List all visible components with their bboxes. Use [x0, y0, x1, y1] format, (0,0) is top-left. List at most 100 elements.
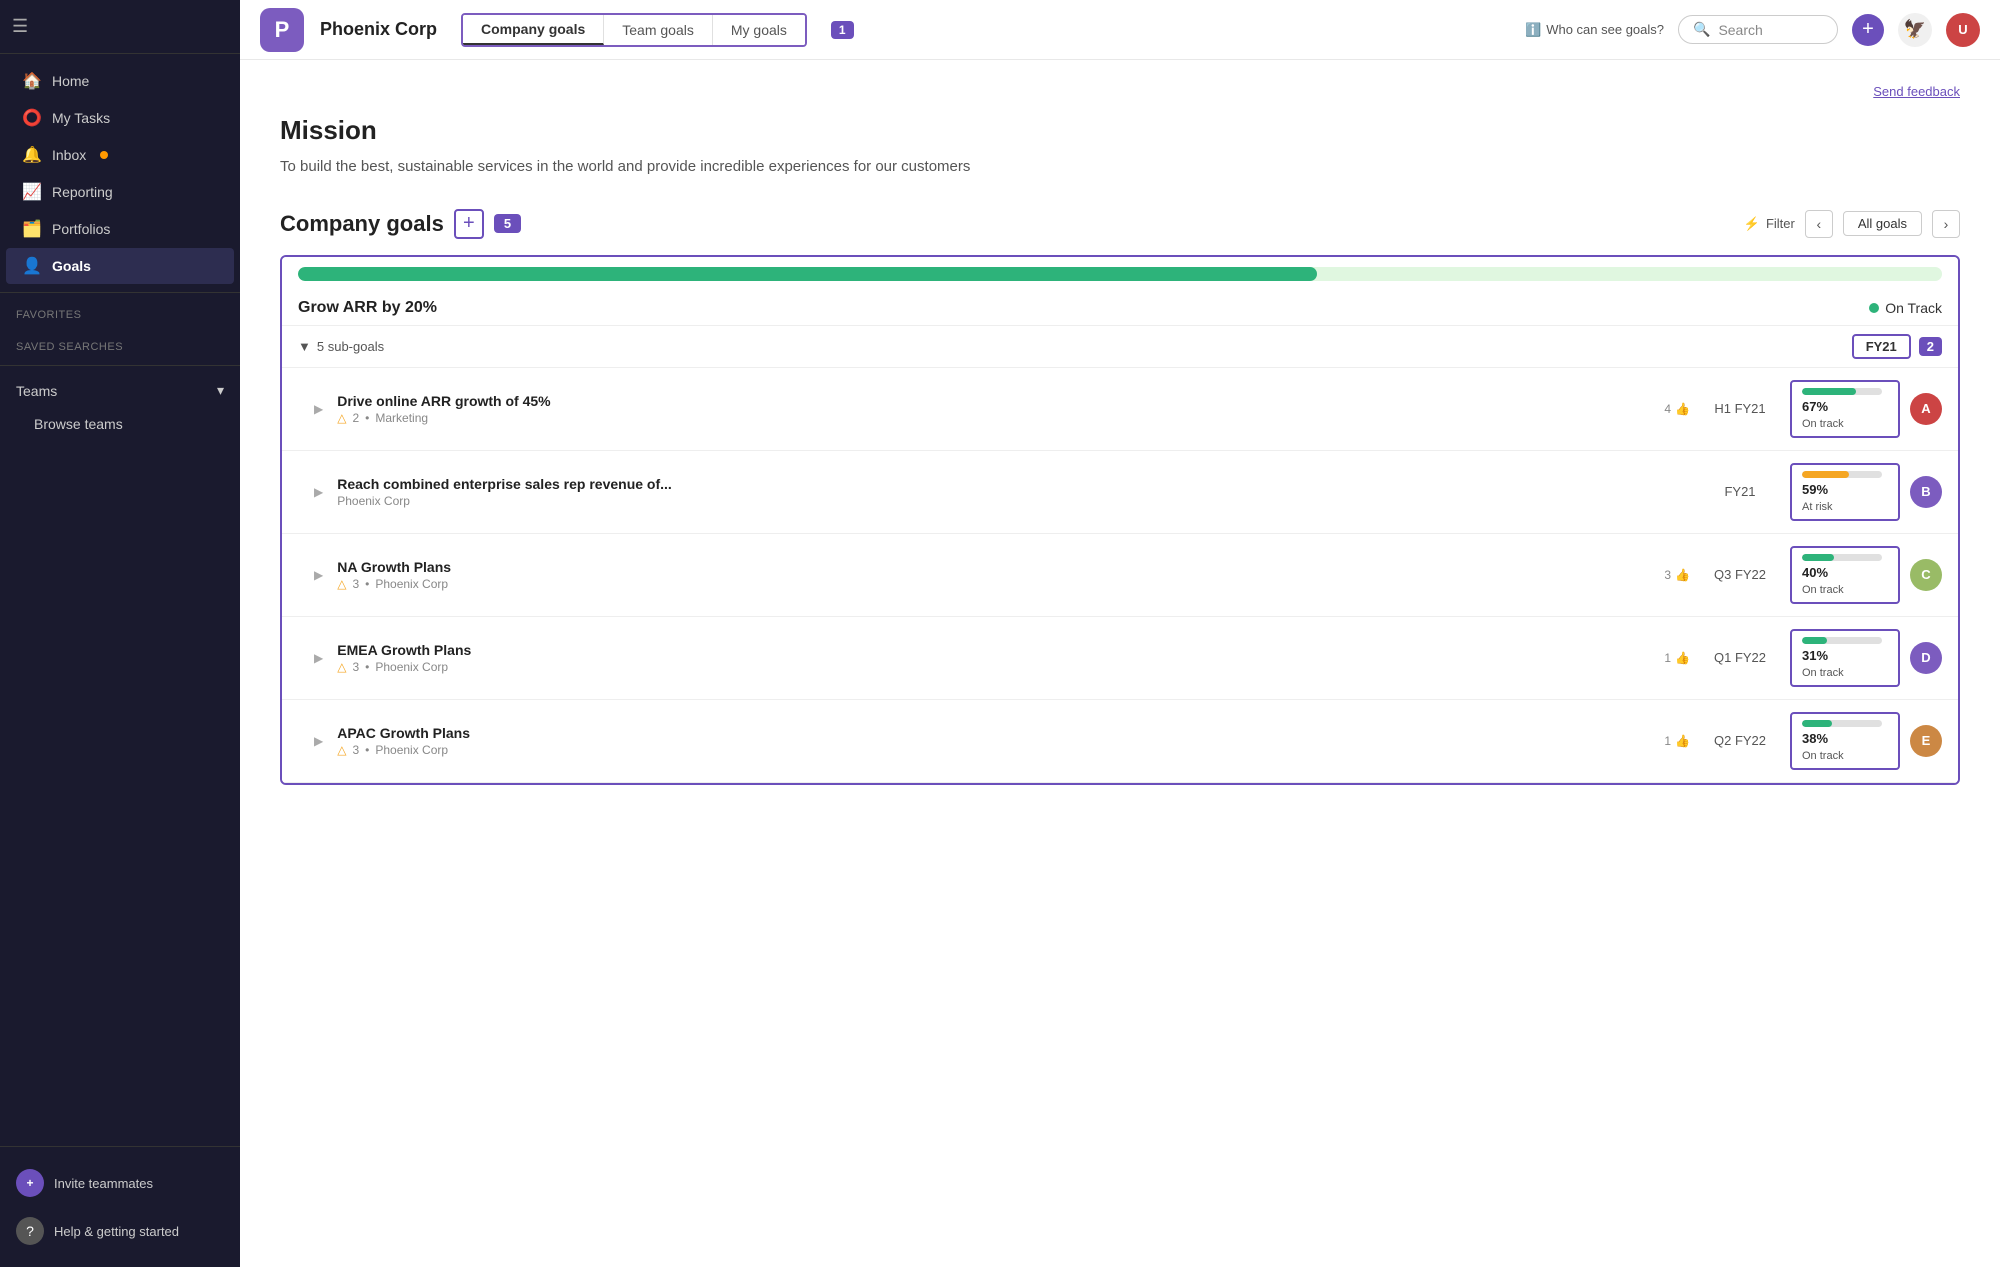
- who-can-see-label: Who can see goals?: [1546, 22, 1664, 37]
- mini-bar-fill: [1802, 554, 1834, 561]
- subgoal-name: Reach combined enterprise sales rep reve…: [337, 476, 1680, 492]
- subgoal-name: APAC Growth Plans: [337, 725, 1654, 741]
- mini-status: On track: [1802, 750, 1844, 762]
- subgoal-tag: Marketing: [375, 411, 428, 425]
- sidebar-item-goals[interactable]: 👤 Goals: [6, 248, 234, 284]
- tab-team-goals[interactable]: Team goals: [604, 15, 713, 45]
- goals-section-header: Company goals + 5 ⚡ Filter ‹ All goals ›: [280, 209, 1960, 239]
- likes-count: 1: [1664, 651, 1671, 665]
- add-goal-button[interactable]: +: [454, 209, 484, 239]
- sidebar-top: ☰: [0, 0, 240, 54]
- teams-label: Teams: [16, 383, 57, 399]
- logo-letter: P: [275, 17, 290, 43]
- sidebar-nav: 🏠 Home ⭕ My Tasks 🔔 Inbox 📈 Reporting 🗂️…: [0, 54, 240, 1146]
- tab-my-goals[interactable]: My goals: [713, 15, 805, 45]
- sidebar-item-my-tasks[interactable]: ⭕ My Tasks: [6, 100, 234, 136]
- teams-header[interactable]: Teams ▾: [0, 374, 240, 407]
- company-logo: P: [260, 8, 304, 52]
- sidebar-item-reporting[interactable]: 📈 Reporting: [6, 174, 234, 210]
- user-avatar[interactable]: U: [1946, 13, 1980, 47]
- expand-icon[interactable]: ▶: [314, 568, 323, 582]
- sidebar-item-label: Inbox: [52, 147, 86, 163]
- sidebar-item-browse-teams[interactable]: Browse teams: [6, 408, 234, 440]
- sidebar-item-home[interactable]: 🏠 Home: [6, 63, 234, 99]
- expand-icon[interactable]: ▶: [314, 651, 323, 665]
- goal-progress-row: [282, 257, 1958, 291]
- goal-period: H1 FY21: [1700, 401, 1780, 416]
- goal-likes: 4 👍: [1664, 402, 1690, 416]
- notification-icon[interactable]: 🦅: [1898, 13, 1932, 47]
- who-can-see-button[interactable]: ℹ️ Who can see goals?: [1525, 22, 1664, 38]
- subgoal-info: NA Growth Plans △ 3 • Phoenix Corp: [337, 559, 1654, 591]
- status-dot-green: [1869, 303, 1879, 313]
- invite-teammates-item[interactable]: + Invite teammates: [0, 1159, 240, 1207]
- add-button[interactable]: +: [1852, 14, 1884, 46]
- goal-likes: 1 👍: [1664, 734, 1690, 748]
- goal-period: Q1 FY22: [1700, 650, 1780, 665]
- sidebar-item-label: My Tasks: [52, 110, 110, 126]
- inbox-icon: 🔔: [22, 145, 42, 165]
- hamburger-icon[interactable]: ☰: [12, 16, 28, 37]
- goal-period: Q3 FY22: [1700, 567, 1780, 582]
- mini-pct: 38%: [1802, 731, 1828, 746]
- company-goals-title: Company goals: [280, 211, 444, 237]
- filter-label: Filter: [1766, 216, 1795, 231]
- warn-count: 3: [352, 743, 359, 757]
- chevron-down-icon: ▼: [298, 339, 311, 354]
- sidebar-item-inbox[interactable]: 🔔 Inbox: [6, 137, 234, 173]
- main-content: Send feedback Mission To build the best,…: [240, 60, 2000, 1267]
- app-header: P Phoenix Corp Company goals Team goals …: [240, 0, 2000, 60]
- mini-bar: [1802, 720, 1882, 727]
- expand-icon[interactable]: ▶: [314, 734, 323, 748]
- home-icon: 🏠: [22, 71, 42, 91]
- sidebar-divider-2: [0, 365, 240, 366]
- portfolios-icon: 🗂️: [22, 219, 42, 239]
- subgoal-tag: Phoenix Corp: [375, 577, 448, 591]
- info-icon: ℹ️: [1525, 22, 1541, 38]
- mission-title: Mission: [280, 115, 1960, 146]
- subgoal-info: EMEA Growth Plans △ 3 • Phoenix Corp: [337, 642, 1654, 674]
- sidebar-item-label: Home: [52, 73, 89, 89]
- subgoal-avatar: A: [1910, 393, 1942, 425]
- mini-pct: 40%: [1802, 565, 1828, 580]
- mission-text: To build the best, sustainable services …: [280, 156, 980, 179]
- mini-bar-fill: [1802, 388, 1856, 395]
- table-row: ▶ Reach combined enterprise sales rep re…: [282, 451, 1958, 534]
- mini-bar: [1802, 388, 1882, 395]
- mini-bar-fill: [1802, 637, 1827, 644]
- mini-status: On track: [1802, 667, 1844, 679]
- progress-bar-fill: [298, 267, 1317, 281]
- subgoals-toggle[interactable]: ▼ 5 sub-goals: [298, 339, 384, 354]
- sidebar-item-portfolios[interactable]: 🗂️ Portfolios: [6, 211, 234, 247]
- goal-period: FY21: [1700, 484, 1780, 499]
- thumbs-icon: 👍: [1675, 651, 1690, 665]
- goals-nav-prev[interactable]: ‹: [1805, 210, 1833, 238]
- warn-count: 3: [352, 577, 359, 591]
- goal-likes: 3 👍: [1664, 568, 1690, 582]
- goals-period-selector[interactable]: All goals: [1843, 211, 1922, 236]
- goals-nav-next[interactable]: ›: [1932, 210, 1960, 238]
- goals-icon: 👤: [22, 256, 42, 276]
- goal-period: Q2 FY22: [1700, 733, 1780, 748]
- expand-icon[interactable]: ▶: [314, 402, 323, 416]
- mini-pct: 59%: [1802, 482, 1828, 497]
- table-row: ▶ APAC Growth Plans △ 3 • Phoenix Corp 1…: [282, 700, 1958, 783]
- warn-icon: △: [337, 743, 346, 757]
- on-track-label: On Track: [1885, 300, 1942, 316]
- help-item[interactable]: ? Help & getting started: [0, 1207, 240, 1255]
- subgoal-avatar: D: [1910, 642, 1942, 674]
- mini-bar: [1802, 471, 1882, 478]
- filter-button[interactable]: ⚡ Filter: [1744, 216, 1795, 232]
- help-icon: ?: [16, 1217, 44, 1245]
- search-box[interactable]: 🔍 Search: [1678, 15, 1838, 44]
- subgoal-meta: △ 3 • Phoenix Corp: [337, 660, 1654, 674]
- expand-icon[interactable]: ▶: [314, 485, 323, 499]
- search-icon: 🔍: [1693, 21, 1710, 38]
- tab-company-goals[interactable]: Company goals: [463, 15, 604, 45]
- mini-status: On track: [1802, 584, 1844, 596]
- inbox-notification-dot: [100, 151, 108, 159]
- fy-badge: FY21: [1852, 334, 1911, 359]
- subgoal-info: Reach combined enterprise sales rep reve…: [337, 476, 1680, 508]
- invite-avatar: +: [16, 1169, 44, 1197]
- send-feedback-link[interactable]: Send feedback: [280, 84, 1960, 99]
